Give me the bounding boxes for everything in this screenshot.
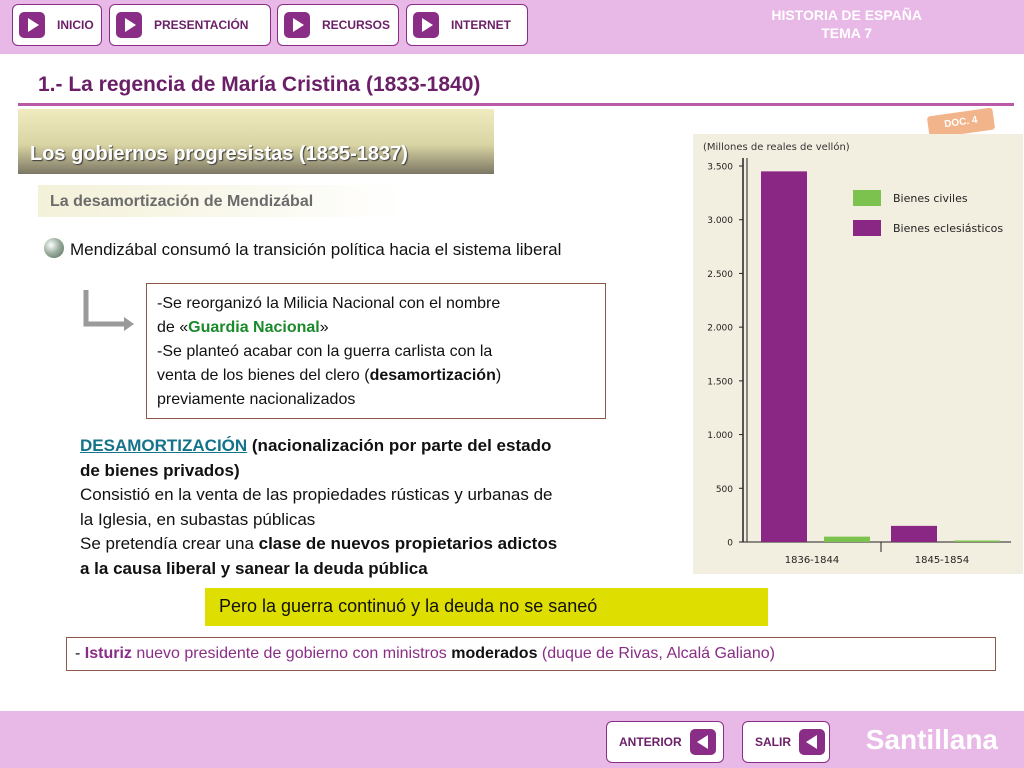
back-arrow-icon [689, 729, 716, 755]
page-title: 1.- La regencia de María Cristina (1833-… [38, 73, 481, 96]
y-tick-label: 3.500 [707, 163, 733, 173]
nav-recursos-button[interactable]: RECURSOS [277, 4, 399, 46]
santillana-logo: Santillana [865, 724, 998, 755]
nav-label: PRESENTACIÓN [154, 18, 249, 32]
salir-label: SALIR [755, 735, 791, 749]
conclusion-banner: Pero la guerra continuó y la deuda no se… [205, 588, 768, 626]
y-tick-label: 2.500 [707, 270, 733, 280]
section-banner: Los gobiernos progresistas (1835-1837) [18, 109, 494, 174]
y-tick-label: 3.000 [707, 216, 733, 226]
bar-eclesiasticos [761, 171, 807, 542]
y-tick-label: 1.500 [707, 377, 733, 387]
salir-button[interactable]: SALIR [742, 721, 830, 763]
x-tick-label: 1836-1844 [785, 555, 840, 566]
play-icon [413, 12, 439, 38]
y-tick-label: 500 [716, 485, 733, 495]
box-line: venta de los bienes del clero (desamorti… [157, 367, 502, 384]
section-title: Los gobiernos progresistas (1835-1837) [30, 143, 408, 165]
desamortization-chart: (Millones de reales de vellón) 0 500 1.000 1… [693, 134, 1023, 574]
deso-line: DESAMORTIZACIÓN (nacionalización por par… [80, 436, 552, 455]
deso-line: Consistió en la venta de las propiedades… [80, 485, 553, 504]
y-tick-label: 1.000 [707, 431, 733, 441]
deso-line: Se pretendía crear una clase de nuevos p… [80, 534, 558, 553]
subsection-title: La desamortización de Mendizábal [50, 193, 314, 210]
measures-box: -Se reorganizó la Milicia Nacional con e… [146, 283, 606, 419]
bar-eclesiasticos [891, 525, 937, 542]
box-line: previamente nacionalizados [157, 391, 356, 408]
desamortizacion-block: DESAMORTIZACIÓN (nacionalización por par… [80, 434, 692, 581]
anterior-label: ANTERIOR [619, 735, 682, 749]
deso-line: la Iglesia, en subastas públicas [80, 509, 316, 529]
nav-presentacion-button[interactable]: PRESENTACIÓN [109, 4, 271, 46]
legend-label: Bienes civiles [893, 192, 968, 205]
anterior-button[interactable]: ANTERIOR [606, 721, 724, 763]
subsection-banner: La desamortización de Mendizábal [38, 185, 406, 217]
legend-swatch [853, 220, 881, 236]
desamortizacion-term: desamortización [369, 367, 496, 384]
brand-title: HISTORIA DE ESPAÑA TEMA 7 [771, 6, 922, 42]
box-line: de «Guardia Nacional» [157, 319, 329, 336]
box-line: -Se reorganizó la Milicia Nacional con e… [157, 295, 501, 312]
brand-line-1: HISTORIA DE ESPAÑA [771, 7, 922, 23]
nav-internet-button[interactable]: INTERNET [406, 4, 528, 46]
brand-line-2: TEMA 7 [821, 25, 873, 41]
play-icon [116, 12, 142, 38]
bar-civiles [824, 536, 870, 542]
x-tick-label: 1845-1854 [915, 555, 970, 566]
chart-title: (Millones de reales de vellón) [703, 141, 850, 153]
play-icon [284, 12, 310, 38]
moderados-term: moderados [451, 645, 538, 662]
nav-label: RECURSOS [322, 18, 391, 32]
guardia-nacional-text: Guardia Nacional [188, 319, 320, 336]
isturiz-name: Isturiz [84, 645, 132, 662]
y-tick-label: 0 [727, 539, 733, 549]
deso-line: a la causa liberal y sanear la deuda púb… [80, 558, 428, 578]
desamortizacion-link[interactable]: DESAMORTIZACIÓN [80, 436, 247, 455]
box-line: -Se planteó acabar con la guerra carlist… [157, 343, 493, 360]
nav-label: INTERNET [451, 18, 511, 32]
isturiz-box: - Isturiz nuevo presidente de gobierno c… [66, 637, 996, 671]
chart-svg: (Millones de reales de vellón) 0 500 1.000 1… [703, 141, 1011, 566]
nav-label: INICIO [57, 18, 94, 32]
lead-text: Mendizábal consumó la transición polític… [70, 240, 562, 259]
bullet-icon [44, 238, 64, 258]
deso-line: de bienes privados) [80, 460, 240, 480]
nav-inicio-button[interactable]: INICIO [12, 4, 102, 46]
back-arrow-icon [799, 729, 825, 755]
arrow-icon [82, 288, 138, 332]
play-icon [19, 12, 45, 38]
title-divider [18, 103, 1014, 106]
y-tick-label: 2.000 [707, 324, 733, 334]
legend-swatch [853, 190, 881, 206]
legend-label: Bienes eclesiásticos [893, 222, 1003, 235]
bar-civiles [954, 540, 1000, 542]
